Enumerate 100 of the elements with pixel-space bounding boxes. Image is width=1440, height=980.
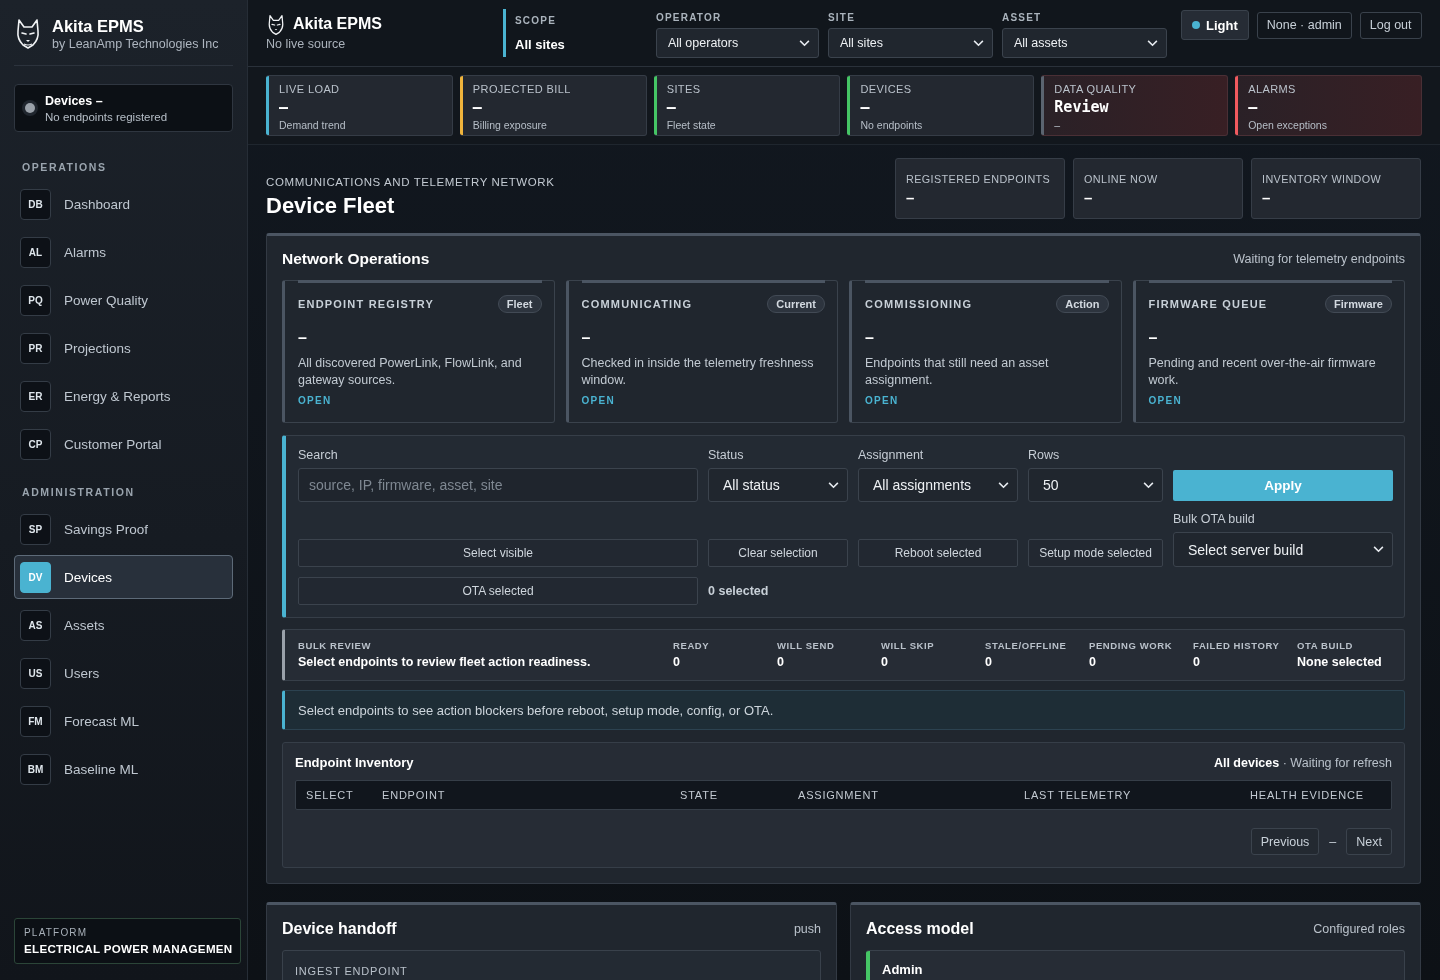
action-button[interactable]: Setup mode selected [1028, 539, 1163, 567]
open-link[interactable]: OPEN [1148, 395, 1183, 406]
metric-value: 0 [777, 655, 784, 669]
nav-item[interactable]: CP Customer Portal [14, 422, 233, 466]
kpi-label: SITES [666, 83, 702, 95]
kpi-label: DEVICES [860, 83, 913, 95]
card-value: – [581, 329, 592, 347]
metric-label: OTA BUILD [1297, 640, 1354, 651]
open-link[interactable]: OPEN [298, 395, 332, 406]
metric-label: READY [673, 640, 710, 651]
animal-head-icon [16, 18, 40, 50]
ota-button[interactable]: OTA selected [298, 577, 698, 605]
nav-abbreviation-tile: US [20, 657, 51, 689]
nav-item[interactable]: SP Savings Proof [14, 507, 233, 551]
notice-banner: Select endpoints to see action blockers before reboot, setup mode, config, or OTA. [282, 690, 1405, 730]
nav-item[interactable]: DV Devices [14, 555, 233, 599]
card-value: – [298, 329, 308, 347]
filter-label: ASSET [1002, 12, 1043, 23]
status-detail: No endpoints registered [45, 110, 168, 123]
filter-select[interactable]: All status [708, 468, 848, 502]
metric-label: WILL SEND [777, 640, 835, 651]
field-label: Search [298, 448, 339, 462]
nav-item[interactable]: PQ Power Quality [14, 278, 233, 322]
previous-button[interactable]: Previous [1250, 828, 1320, 855]
brand-name: Akita EPMS [52, 16, 145, 36]
nav-item[interactable]: FM Forecast ML [14, 699, 233, 743]
search-field[interactable]: source, IP, firmware, asset, site [298, 468, 698, 502]
open-link[interactable]: OPEN [581, 395, 616, 406]
stat-value: – [1084, 189, 1094, 206]
nav-abbreviation-tile: ER [20, 380, 51, 412]
kpi-value: – [666, 98, 677, 116]
action-button[interactable]: Reboot selected [858, 539, 1018, 567]
filter-select[interactable]: All operators [656, 28, 819, 58]
kpi-value: – [279, 98, 290, 116]
kpi-caption: Billing exposure [472, 119, 548, 131]
inventory-scope: All devices · Waiting for refresh [1213, 755, 1392, 770]
kpi-label: LIVE LOAD [279, 83, 341, 95]
filter-select[interactable]: 50 [1028, 468, 1163, 502]
category-tag: Action [1056, 295, 1109, 313]
dot-icon [1192, 21, 1200, 29]
nav-item[interactable]: AL Alarms [14, 230, 233, 274]
nav-item[interactable]: ER Energy & Reports [14, 374, 233, 418]
field-label: Status [708, 448, 745, 462]
nav-section-title: OPERATIONS [22, 161, 108, 173]
kpi-label: PROJECTED BILL [472, 83, 571, 95]
page-title: Device Fleet [266, 193, 396, 219]
metric-value: None selected [1297, 655, 1382, 669]
logout-button[interactable]: Log out [1359, 11, 1422, 39]
category-tag: Fleet [497, 295, 542, 313]
nav-abbreviation-tile: CP [20, 428, 51, 460]
filter-select[interactable]: All assignments [858, 468, 1018, 502]
category-tag: Current [767, 295, 825, 313]
page-indicator: – [1329, 834, 1337, 849]
kpi-caption: – [1054, 119, 1062, 131]
theme-button[interactable]: Light [1181, 10, 1249, 40]
card-title: ENDPOINT REGISTRY [298, 298, 435, 310]
nav-item[interactable]: US Users [14, 651, 233, 695]
nav-item[interactable]: PR Projections [14, 326, 233, 370]
panel-title: Network Operations [282, 250, 430, 268]
source-status: No live source [266, 37, 347, 51]
chevron-down-icon [998, 481, 1009, 489]
nav-abbreviation-tile: FM [20, 705, 51, 737]
filter-label: OPERATOR [656, 12, 723, 23]
nav-item[interactable]: BM Baseline ML [14, 747, 233, 791]
field-label: Rows [1028, 448, 1061, 462]
filter-select[interactable]: All assets [1002, 28, 1167, 58]
chevron-down-icon [1143, 481, 1154, 489]
field-label: INGEST ENDPOINT [295, 965, 408, 977]
nav-abbreviation-tile: SP [20, 513, 51, 545]
field-label: Bulk OTA build [1173, 512, 1256, 526]
metric-label: WILL SKIP [881, 640, 935, 651]
metric-value: 0 [985, 655, 992, 669]
action-button[interactable]: Select visible [298, 539, 698, 567]
build-select[interactable]: Select server build [1173, 532, 1393, 567]
column-header: HEALTH EVIDENCE [1250, 789, 1364, 801]
stat-label: REGISTERED ENDPOINTS [906, 173, 1052, 185]
next-button[interactable]: Next [1346, 828, 1392, 855]
kpi-label: ALARMS [1248, 83, 1297, 95]
kpi-value: Review [1054, 98, 1110, 116]
card-title: COMMUNICATING [581, 298, 693, 310]
chevron-down-icon [1147, 39, 1158, 47]
metric-value: 0 [673, 655, 680, 669]
metric-label: FAILED HISTORY [1193, 640, 1280, 651]
panel-title: Device handoff [282, 920, 397, 938]
platform-name: ELECTRICAL POWER MANAGEMEN [24, 942, 234, 955]
action-button[interactable]: Clear selection [708, 539, 848, 567]
category-tag: Firmware [1325, 295, 1392, 313]
kpi-caption: Fleet state [666, 119, 716, 131]
nav-item[interactable]: DB Dashboard [14, 182, 233, 226]
metric-label: STALE/OFFLINE [985, 640, 1067, 651]
metric-value: 0 [1193, 655, 1200, 669]
nav-section-title: ADMINISTRATION [22, 486, 136, 498]
metric-value: 0 [1089, 655, 1096, 669]
open-link[interactable]: OPEN [865, 395, 899, 406]
nav-item[interactable]: AS Assets [14, 603, 233, 647]
platform-label: PLATFORM [24, 927, 89, 938]
metric-label: PENDING WORK [1089, 640, 1173, 651]
filter-select[interactable]: All sites [828, 28, 993, 58]
user-button[interactable]: None · admin [1256, 11, 1352, 39]
scope-value: All sites [515, 36, 566, 52]
